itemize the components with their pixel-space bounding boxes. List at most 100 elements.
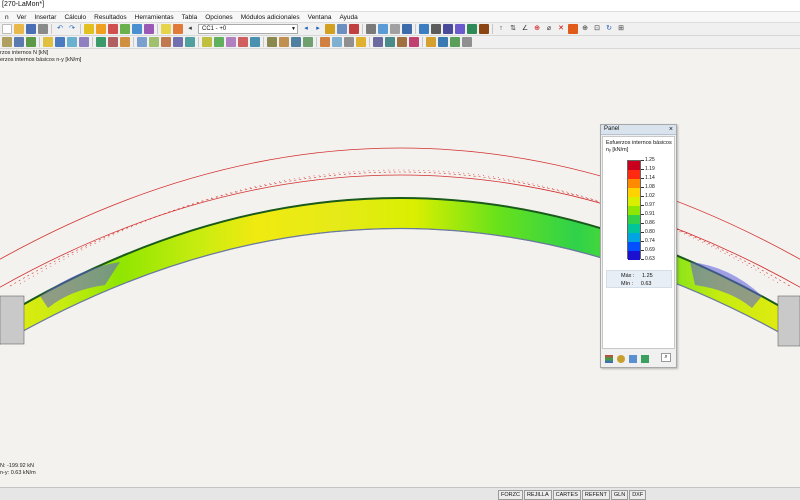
hinge-icon[interactable] xyxy=(108,37,118,47)
redo-icon[interactable]: ↷ xyxy=(67,24,77,34)
save-icon[interactable] xyxy=(26,24,36,34)
load-case-select[interactable]: CC1 - +0 ▼ xyxy=(198,24,298,34)
menu-insertar[interactable]: Insertar xyxy=(30,12,60,23)
view-z-icon[interactable] xyxy=(467,24,477,34)
model-viewport[interactable]: rzos internos N [kN] erzos internos bási… xyxy=(0,49,800,487)
navigator-icon[interactable] xyxy=(438,37,448,47)
color-icon[interactable] xyxy=(568,24,578,34)
menu-archivo[interactable]: n xyxy=(1,12,13,23)
model-icon[interactable] xyxy=(2,37,12,47)
open-folder-icon[interactable] xyxy=(14,24,24,34)
results-panel[interactable]: Panel × Esfuerzos internos básicos nᵧ [k… xyxy=(600,124,677,368)
calculate-icon[interactable] xyxy=(84,24,94,34)
zoom-icon[interactable]: ⊕ xyxy=(580,24,590,34)
scale-icon[interactable] xyxy=(185,37,195,47)
transparency-icon[interactable] xyxy=(332,37,342,47)
delete-icon[interactable]: ✕ xyxy=(556,24,566,34)
results-on-icon[interactable] xyxy=(325,24,335,34)
line-tool-icon[interactable] xyxy=(55,37,65,47)
mirror-icon[interactable] xyxy=(173,37,183,47)
snap-gln[interactable]: GLN xyxy=(610,490,629,500)
panel-header[interactable]: Panel × xyxy=(601,125,676,135)
solid-tool-icon[interactable] xyxy=(79,37,89,47)
snap-rejilla[interactable]: REJILLA xyxy=(523,490,552,500)
lighting-icon[interactable] xyxy=(356,37,366,47)
snap-forzc[interactable]: FORZC xyxy=(498,490,523,500)
next-arrow-icon[interactable]: ▸ xyxy=(313,24,323,34)
dimension-icon[interactable] xyxy=(267,37,277,47)
guideline-icon[interactable] xyxy=(291,37,301,47)
grid-icon[interactable] xyxy=(431,24,441,34)
snap-cartes[interactable]: CARTES xyxy=(552,490,581,500)
move-icon[interactable] xyxy=(137,37,147,47)
zoom-all-icon[interactable]: ⊞ xyxy=(616,24,626,34)
view-y-icon[interactable] xyxy=(455,24,465,34)
color-scale-icon[interactable] xyxy=(605,354,613,363)
data-icon[interactable] xyxy=(450,37,460,47)
menu-calculo[interactable]: Cálculo xyxy=(60,12,90,23)
select-icon[interactable] xyxy=(419,24,429,34)
show-results-icon[interactable] xyxy=(108,24,118,34)
view-iso-icon[interactable] xyxy=(479,24,489,34)
menu-ayuda[interactable]: Ayuda xyxy=(335,12,361,23)
undo-icon[interactable]: ↶ xyxy=(55,24,65,34)
node-tool-icon[interactable] xyxy=(43,37,53,47)
divide-icon[interactable] xyxy=(202,37,212,47)
values-list-icon[interactable] xyxy=(641,354,649,363)
filter-icon[interactable]: ⌀ xyxy=(544,24,554,34)
menu-modulos-adicionales[interactable]: Módulos adicionales xyxy=(237,12,304,23)
support-icon[interactable] xyxy=(96,37,106,47)
table-icon[interactable] xyxy=(132,24,142,34)
display-icon[interactable] xyxy=(144,24,154,34)
render-mode-icon[interactable] xyxy=(320,37,330,47)
snap-dxf[interactable]: DXF xyxy=(629,490,647,500)
values-icon[interactable] xyxy=(173,24,183,34)
values-display-icon[interactable] xyxy=(409,37,419,47)
rotate-icon[interactable] xyxy=(161,37,171,47)
color-scale[interactable] xyxy=(627,160,641,260)
snap-refent[interactable]: REFENT xyxy=(581,490,610,500)
previous-arrow-icon[interactable]: ◂ xyxy=(301,24,311,34)
numbering-icon[interactable] xyxy=(397,37,407,47)
visibility-icon[interactable] xyxy=(303,37,313,47)
shading-icon[interactable] xyxy=(344,37,354,47)
menu-opciones[interactable]: Opciones xyxy=(201,12,236,23)
print-icon[interactable] xyxy=(38,24,48,34)
menu-resultados[interactable]: Resultados xyxy=(90,12,131,23)
wireframe-icon[interactable] xyxy=(390,24,400,34)
solid-icon[interactable] xyxy=(402,24,412,34)
zoom-window-icon[interactable]: ⊡ xyxy=(592,24,602,34)
render-icon[interactable] xyxy=(366,24,376,34)
panel-toggle-icon[interactable] xyxy=(426,37,436,47)
section-icon[interactable] xyxy=(161,24,171,34)
settings-icon[interactable] xyxy=(617,354,625,363)
member-icon[interactable] xyxy=(26,37,36,47)
palette-icon[interactable] xyxy=(629,354,637,363)
mesh-icon[interactable] xyxy=(250,37,260,47)
section-tool-icon[interactable] xyxy=(120,37,130,47)
angle-icon[interactable]: ∠ xyxy=(520,24,530,34)
copy-icon[interactable] xyxy=(149,37,159,47)
menu-ventana[interactable]: Ventana xyxy=(304,12,336,23)
cut-icon[interactable] xyxy=(238,37,248,47)
results-icon[interactable] xyxy=(96,24,106,34)
menu-herramientas[interactable]: Herramientas xyxy=(131,12,178,23)
extrude-icon[interactable] xyxy=(226,37,236,47)
refresh-icon[interactable]: ↻ xyxy=(604,24,614,34)
surface-icon[interactable] xyxy=(378,24,388,34)
load-icon[interactable] xyxy=(14,37,24,47)
diagram-icon[interactable] xyxy=(349,24,359,34)
target-icon[interactable]: ⊕ xyxy=(532,24,542,34)
close-icon[interactable]: × xyxy=(669,125,673,135)
printout-icon[interactable] xyxy=(462,37,472,47)
menu-tabla[interactable]: Tabla xyxy=(178,12,202,23)
join-icon[interactable] xyxy=(214,37,224,47)
new-file-icon[interactable] xyxy=(2,24,12,34)
surface-tool-icon[interactable] xyxy=(67,37,77,47)
ortho-icon[interactable] xyxy=(385,37,395,47)
comment-icon[interactable] xyxy=(279,37,289,47)
deformation-icon[interactable] xyxy=(337,24,347,34)
menu-ver[interactable]: Ver xyxy=(13,12,31,23)
view-x-icon[interactable] xyxy=(443,24,453,34)
check-icon[interactable] xyxy=(120,24,130,34)
